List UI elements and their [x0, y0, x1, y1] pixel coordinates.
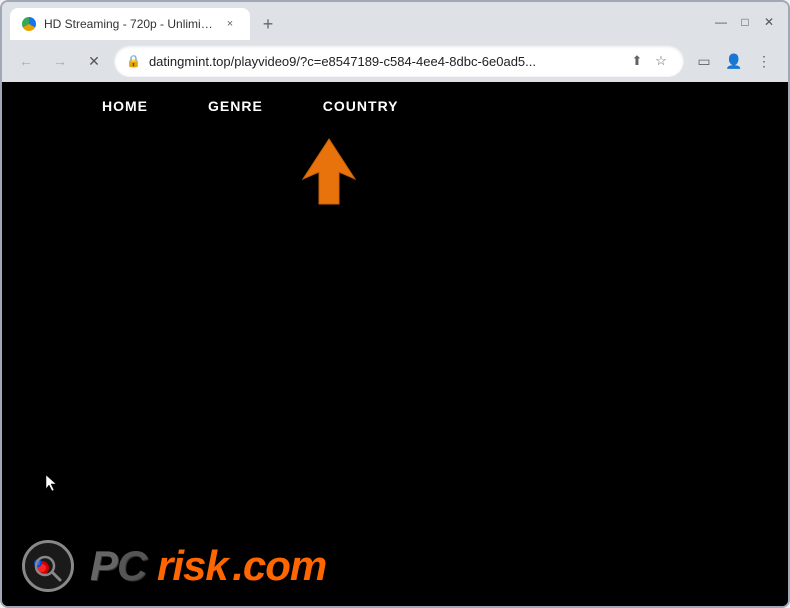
mouse-cursor-icon: [44, 473, 58, 496]
menu-icon[interactable]: ⋮: [750, 47, 778, 75]
back-button[interactable]: ←: [12, 47, 40, 75]
window-controls: — □ ✕: [710, 11, 780, 33]
pcrisk-watermark: PC risk .com: [2, 526, 788, 606]
new-tab-button[interactable]: +: [254, 10, 282, 38]
nav-link-home[interactable]: HOME: [102, 98, 148, 114]
bookmark-icon[interactable]: ☆: [650, 50, 672, 72]
active-tab[interactable]: HD Streaming - 720p - Unlimitec ×: [10, 8, 250, 40]
site-navigation: HOME GENRE COUNTRY: [2, 82, 788, 130]
tab-close-button[interactable]: ×: [222, 16, 238, 32]
share-icon[interactable]: ⬆: [626, 50, 648, 72]
pcrisk-text: PC risk .com: [90, 542, 326, 590]
pcrisk-logo-icon: [22, 540, 74, 592]
sidebar-icon[interactable]: ▭: [690, 47, 718, 75]
browser-toolbar: ▭ 👤 ⋮: [690, 47, 778, 75]
tab-area: HD Streaming - 720p - Unlimitec × +: [10, 8, 710, 40]
maximize-button[interactable]: □: [734, 11, 756, 33]
forward-button[interactable]: →: [46, 47, 74, 75]
lock-icon: 🔒: [126, 54, 141, 68]
address-bar[interactable]: 🔒 datingmint.top/playvideo9/?c=e8547189-…: [114, 45, 684, 77]
url-actions: ⬆ ☆: [626, 50, 672, 72]
navigation-bar: ← → ✕ 🔒 datingmint.top/playvideo9/?c=e85…: [2, 40, 788, 82]
minimize-button[interactable]: —: [710, 11, 732, 33]
nav-link-genre[interactable]: GENRE: [208, 98, 263, 114]
profile-icon[interactable]: 👤: [720, 47, 748, 75]
url-display: datingmint.top/playvideo9/?c=e8547189-c5…: [149, 54, 618, 69]
tab-title: HD Streaming - 720p - Unlimitec: [44, 17, 214, 31]
tab-favicon-icon: [22, 17, 36, 31]
reload-button[interactable]: ✕: [80, 47, 108, 75]
browser-window: HD Streaming - 720p - Unlimitec × + — □ …: [0, 0, 790, 608]
title-bar: HD Streaming - 720p - Unlimitec × + — □ …: [2, 2, 788, 40]
webpage-content: HOME GENRE COUNTRY: [2, 82, 788, 606]
nav-link-country[interactable]: COUNTRY: [323, 98, 399, 114]
close-button[interactable]: ✕: [758, 11, 780, 33]
